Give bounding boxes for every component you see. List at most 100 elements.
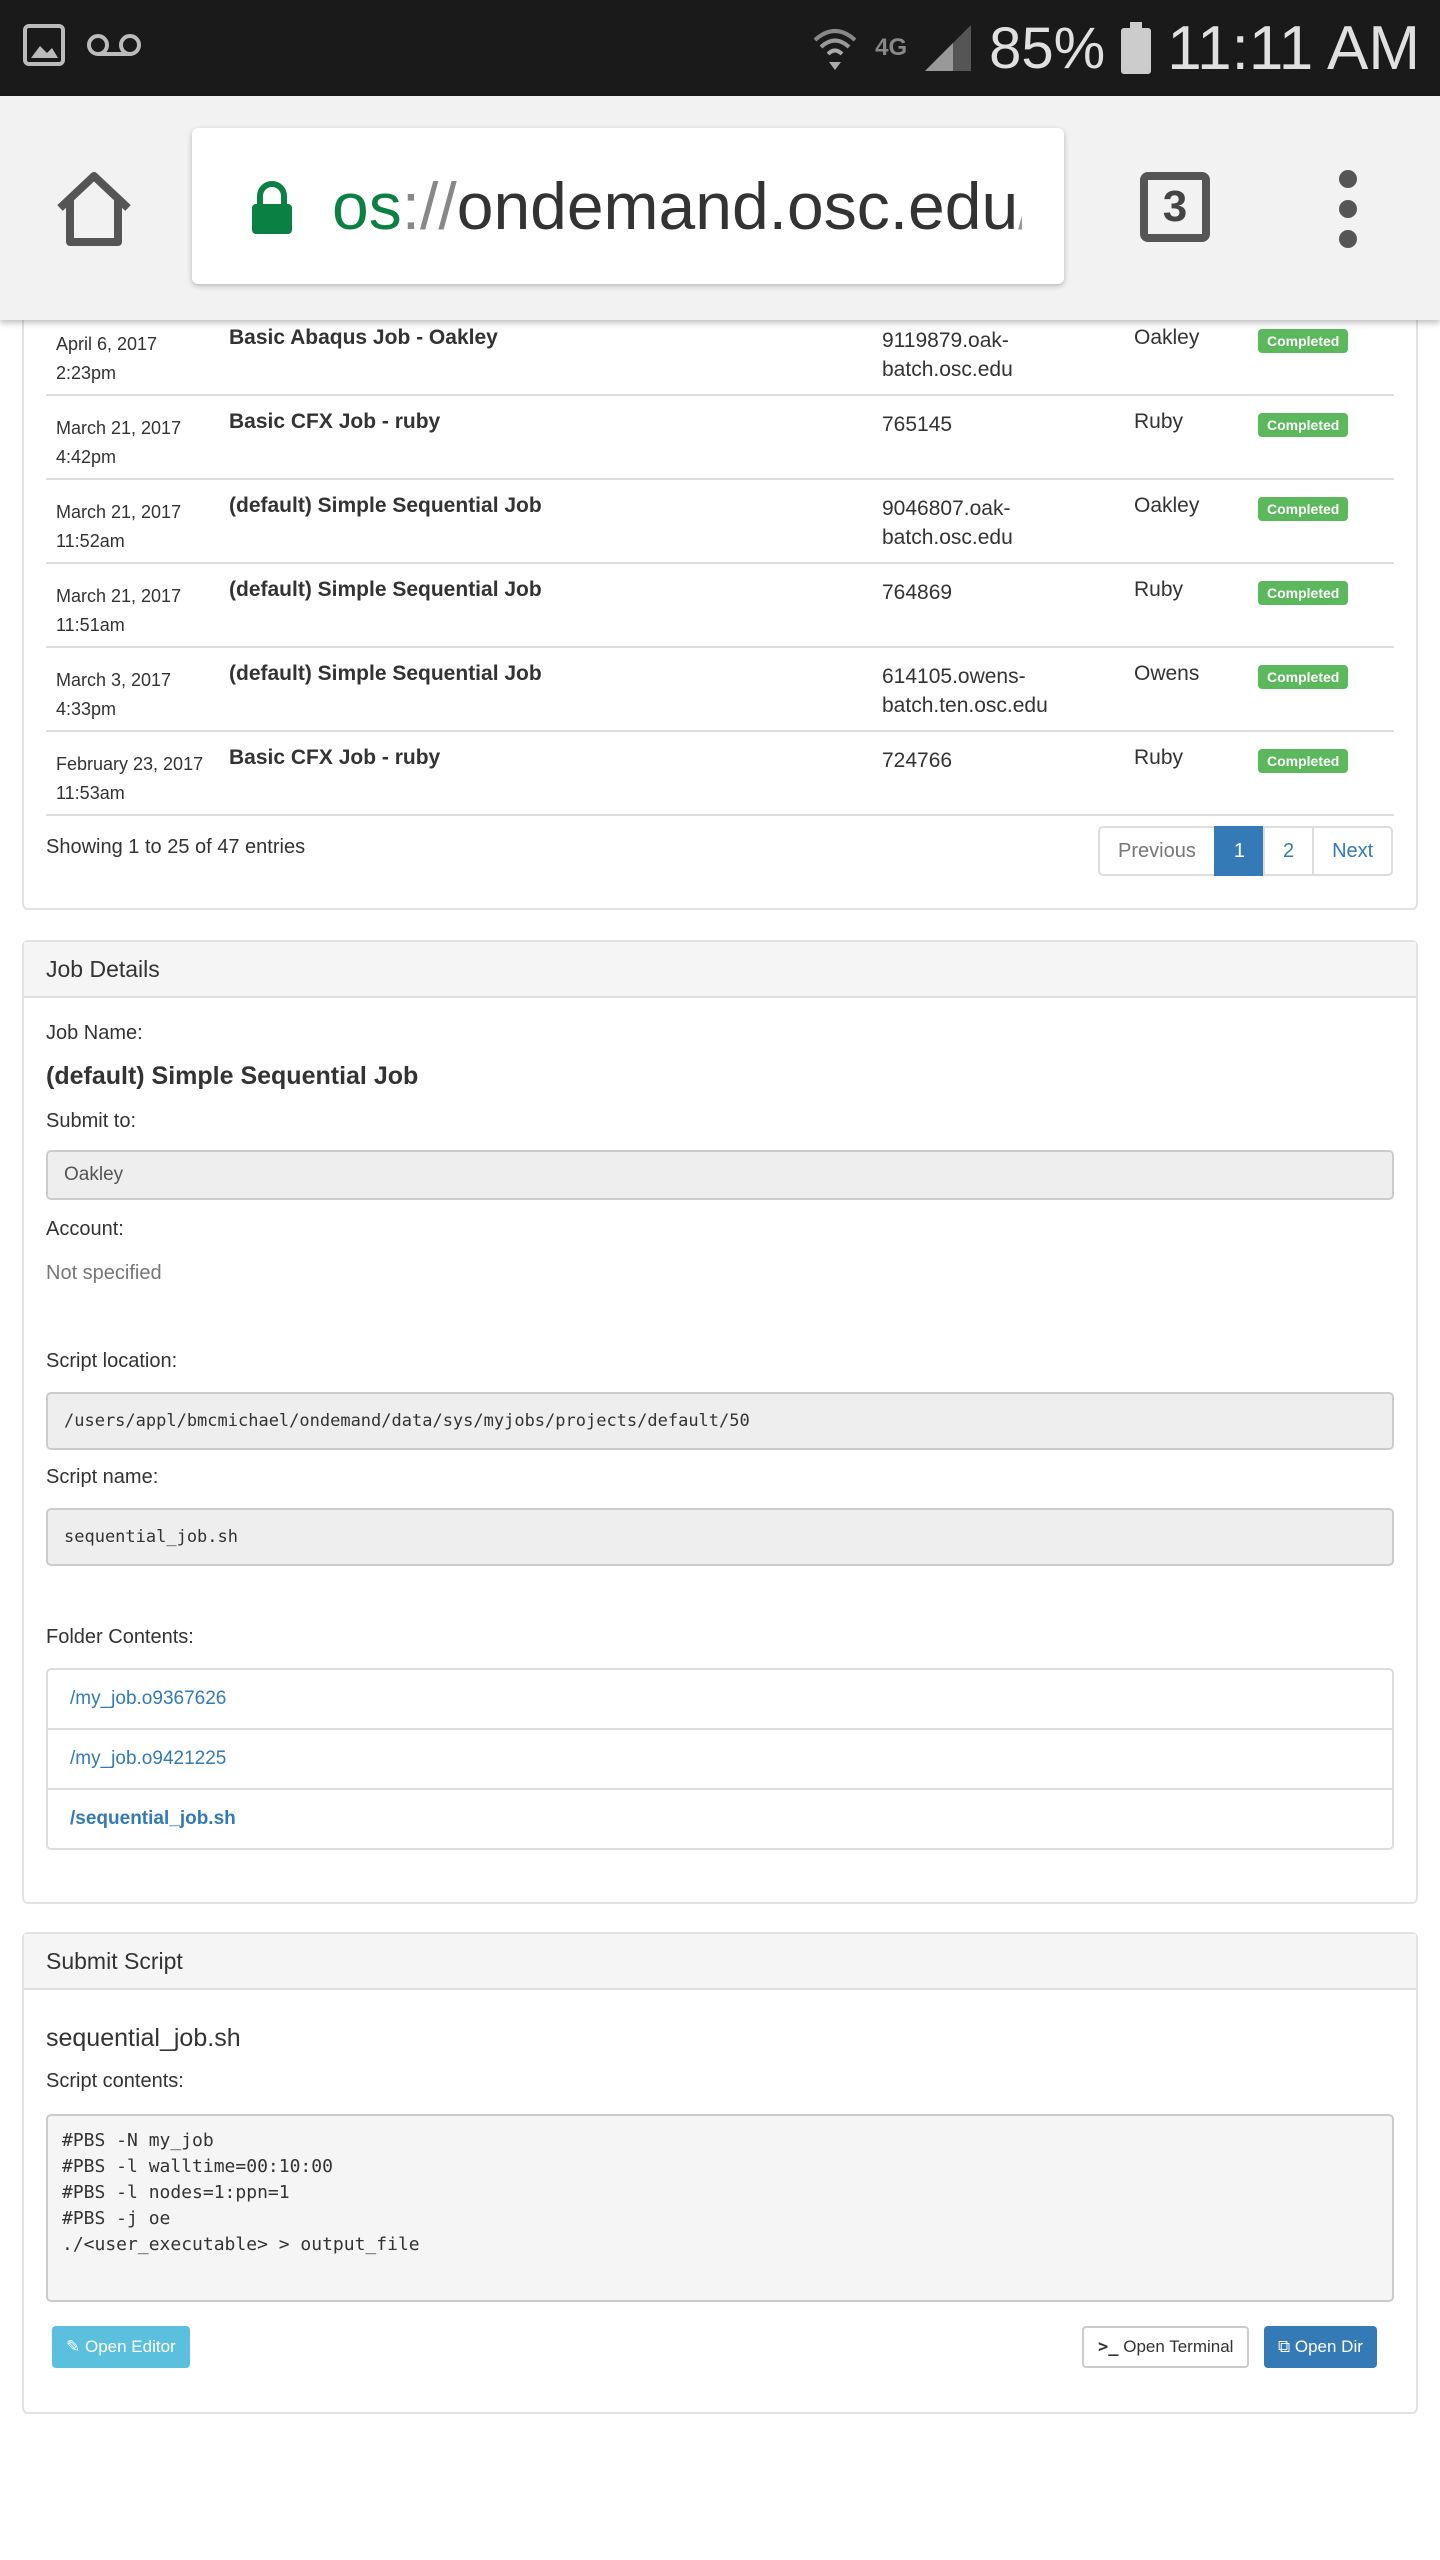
job-date-time: 4:42pm — [56, 447, 117, 467]
home-icon[interactable] — [54, 168, 134, 248]
lock-icon — [252, 181, 292, 234]
job-cluster: Ruby — [1134, 410, 1184, 433]
job-cluster: Owens — [1134, 662, 1200, 685]
script-name-label: Script name: — [46, 1466, 159, 1488]
job-id-line1: 724766 — [882, 749, 953, 772]
script-filename: sequential_job.sh — [46, 2024, 241, 2052]
overflow-menu-icon[interactable] — [1334, 170, 1362, 250]
job-name: Basic CFX Job - ruby — [229, 410, 441, 433]
job-cluster: Ruby — [1134, 746, 1184, 769]
open-terminal-button[interactable]: >_ Open Terminal — [1082, 2326, 1250, 2368]
job-date-day: April 6, 2017 — [56, 334, 158, 354]
entries-info: Showing 1 to 25 of 47 entries — [46, 836, 306, 858]
job-id-line1: 614105.owens- — [882, 665, 1026, 688]
job-id: 9046807.oak-batch.osc.edu — [882, 494, 1082, 552]
job-date-day: March 21, 2017 — [56, 586, 182, 606]
submit-to-label: Submit to: — [46, 1110, 137, 1132]
job-cluster: Oakley — [1134, 494, 1200, 517]
job-date-time: 11:53am — [56, 783, 125, 803]
status-badge: Completed — [1258, 665, 1349, 689]
account-value: Not specified — [46, 1262, 162, 1284]
pager-page-1-button[interactable]: 1 — [1213, 826, 1265, 876]
folder-item-link[interactable]: /my_job.o9421225 — [48, 1730, 1392, 1790]
table-row[interactable]: March 21, 2017 11:52am (default) Simple Se… — [46, 480, 1394, 564]
table-row[interactable]: April 6, 2017 2:23pm Basic Abaqus Job - Oa… — [46, 312, 1394, 396]
job-name: Basic Abaqus Job - Oakley — [229, 326, 498, 349]
script-contents-label: Script contents: — [46, 2070, 184, 2092]
job-date: March 21, 2017 4:42pm — [56, 414, 216, 472]
battery-icon — [1121, 22, 1152, 74]
submit-to-field[interactable]: Oakley — [46, 1150, 1394, 1200]
folder-contents-label: Folder Contents: — [46, 1626, 194, 1648]
jobs-table: April 6, 2017 2:23pm Basic Abaqus Job - Oa… — [46, 312, 1394, 816]
pager-page-2-button[interactable]: 2 — [1262, 826, 1315, 876]
pager-next-button[interactable]: Next — [1312, 826, 1394, 876]
job-cluster: Ruby — [1134, 578, 1184, 601]
pencil-icon: ✎ — [66, 2337, 81, 2356]
battery-percent: 85% — [989, 15, 1106, 81]
open-editor-button[interactable]: ✎ Open Editor — [52, 2326, 190, 2368]
folder-item-link[interactable]: /sequential_job.sh — [48, 1790, 1392, 1848]
clock: 11:11 AM — [1167, 13, 1420, 83]
job-date-time: 11:52am — [56, 531, 125, 551]
job-date: March 21, 2017 11:51am — [56, 582, 216, 640]
job-name-label: Job Name: — [46, 1022, 143, 1044]
network-type: 4G — [875, 34, 908, 61]
table-row[interactable]: March 3, 2017 4:33pm (default) Simple Sequ… — [46, 648, 1394, 732]
job-id-line1: 9119879.oak- — [882, 329, 1009, 352]
job-date-time: 2:23pm — [56, 363, 117, 383]
wifi-icon — [813, 29, 857, 70]
voicemail-icon — [87, 34, 141, 56]
open-dir-button[interactable]: ⧉ Open Dir — [1264, 2326, 1377, 2368]
table-row[interactable]: March 21, 2017 11:51am (default) Simple Se… — [46, 564, 1394, 648]
table-row[interactable]: February 23, 2017 11:53am Basic CFX Job - … — [46, 732, 1394, 816]
job-date-day: February 23, 2017 — [56, 754, 204, 774]
job-id-line1: 764869 — [882, 581, 953, 604]
script-location-field[interactable]: /users/appl/bmcmichael/ondemand/data/sys… — [46, 1392, 1394, 1450]
job-name: (default) Simple Sequential Job — [229, 494, 542, 517]
job-date-time: 11:51am — [56, 615, 125, 635]
script-code-block: #PBS -N my_job #PBS -l walltime=00:10:00… — [46, 2114, 1394, 2302]
job-id-line2: batch.osc.edu — [882, 358, 1013, 381]
status-badge: Completed — [1258, 749, 1349, 773]
job-date-day: March 21, 2017 — [56, 502, 182, 522]
submit-script-heading: Submit Script — [24, 1934, 1416, 1990]
job-id-line2: batch.ten.osc.edu — [882, 694, 1048, 717]
job-date: April 6, 2017 2:23pm — [56, 330, 216, 388]
job-name: (default) Simple Sequential Job — [229, 578, 542, 601]
open-dir-label: Open Dir — [1294, 2337, 1363, 2356]
job-id: 614105.owens-batch.ten.osc.edu — [882, 662, 1082, 720]
job-date: March 21, 2017 11:52am — [56, 498, 216, 556]
tab-switcher-button[interactable]: 3 — [1140, 172, 1210, 242]
job-date-day: March 3, 2017 — [56, 670, 172, 690]
job-id: 9119879.oak-batch.osc.edu — [882, 326, 1082, 384]
open-editor-label: Open Editor — [84, 2337, 176, 2356]
status-bar: 4G 85% 11:11 AM — [0, 0, 1440, 96]
pagination: Previous 1 2 Next — [1098, 826, 1394, 876]
job-name: Basic CFX Job - ruby — [229, 746, 441, 769]
terminal-icon: >_ — [1098, 2337, 1119, 2357]
job-id-line1: 765145 — [882, 413, 953, 436]
status-badge: Completed — [1258, 497, 1349, 521]
job-details-heading: Job Details — [24, 942, 1416, 998]
job-id: 724766 — [882, 746, 1082, 775]
script-name-field[interactable]: sequential_job.sh — [46, 1508, 1394, 1566]
job-id: 765145 — [882, 410, 1082, 439]
url-bar[interactable]: os://ondemand.osc.edu/p — [192, 128, 1064, 284]
status-badge: Completed — [1258, 413, 1349, 437]
job-name: (default) Simple Sequential Job — [229, 662, 542, 685]
job-cluster: Oakley — [1134, 326, 1200, 349]
script-location-label: Script location: — [46, 1350, 178, 1372]
status-badge: Completed — [1258, 581, 1349, 605]
job-name-value: (default) Simple Sequential Job — [46, 1062, 419, 1090]
folder-item-link[interactable]: /my_job.o9367626 — [48, 1670, 1392, 1730]
image-icon — [23, 24, 65, 66]
account-label: Account: — [46, 1218, 124, 1240]
job-date: March 3, 2017 4:33pm — [56, 666, 216, 724]
table-row[interactable]: March 21, 2017 4:42pm Basic CFX Job - ruby… — [46, 396, 1394, 480]
job-id-line1: 9046807.oak- — [882, 497, 1011, 520]
pager-previous-button[interactable]: Previous — [1098, 826, 1216, 876]
signal-icon — [925, 25, 972, 71]
open-terminal-label: Open Terminal — [1123, 2337, 1234, 2356]
folder-contents-list: /my_job.o9367626 /my_job.o9421225 /seque… — [46, 1668, 1394, 1850]
